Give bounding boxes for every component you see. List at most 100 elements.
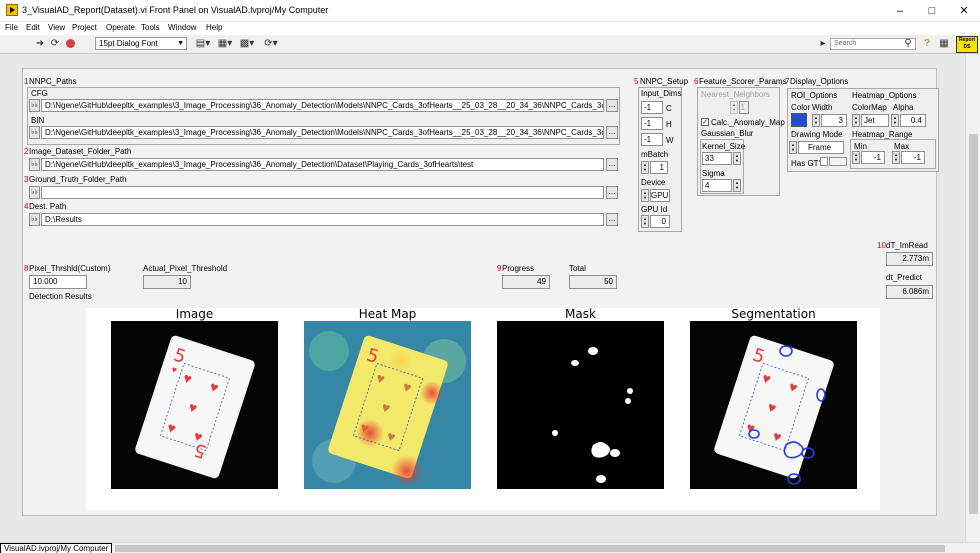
display-options-label: Display_Options xyxy=(790,77,849,86)
horizontal-scroll-thumb[interactable] xyxy=(115,545,945,552)
grid-icon[interactable]: ▦ xyxy=(938,38,950,50)
cfg-browse-button[interactable]: ... xyxy=(606,99,618,112)
project-context-tab[interactable]: VisualAD.lvproj/My Computer xyxy=(0,543,113,553)
help-icon[interactable]: ? xyxy=(921,38,933,50)
total-value: 50 xyxy=(569,275,617,289)
bin-path-field[interactable]: D:\Ngene\GitHub\deepltk_examples\3_Image… xyxy=(41,126,604,139)
pixel-threshold-field[interactable]: 10.000 xyxy=(29,275,87,289)
dest-path-field[interactable]: D:\Results xyxy=(41,213,604,226)
kernel-size-spinner[interactable]: ▲ ▼ xyxy=(733,152,741,165)
search-scroll-icon[interactable]: ▸ xyxy=(817,38,829,50)
range-max-spinner[interactable]: ▲ ▼ xyxy=(892,151,900,164)
toolbar: ➜ ⟳ 15pt Dialog Font ▼ ▤▾ ▦▾ ▩▾ ⟳▾ ▸ Sea… xyxy=(0,35,980,54)
range-min-field[interactable]: -1 xyxy=(861,151,885,164)
ground-truth-path-type-icon[interactable]: ♭♭ xyxy=(29,186,40,199)
vertical-scrollbar[interactable] xyxy=(965,54,980,542)
range-min-spinner[interactable]: ▲ ▼ xyxy=(852,151,860,164)
dest-browse-button[interactable]: ... xyxy=(606,213,618,226)
alpha-field[interactable]: 0.4 xyxy=(900,114,926,127)
run-continuously-icon[interactable]: ⟳ xyxy=(49,38,61,50)
menu-window[interactable]: Window xyxy=(168,23,196,32)
dataset-path-type-icon[interactable]: ♭♭ xyxy=(29,158,40,171)
colormap-spinner[interactable]: ▲ ▼ xyxy=(852,114,860,127)
width-spinner[interactable]: ▲ ▼ xyxy=(812,114,820,127)
vertical-scroll-thumb[interactable] xyxy=(969,134,978,514)
gpu-id-field[interactable]: 0 xyxy=(650,215,670,228)
horizontal-scrollbar[interactable]: VisualAD.lvproj/My Computer xyxy=(0,542,980,553)
search-icon[interactable]: ⚲ xyxy=(902,38,914,50)
bin-browse-button[interactable]: ... xyxy=(606,126,618,139)
font-selector[interactable]: 15pt Dialog Font ▼ xyxy=(95,37,187,50)
maximize-button[interactable]: □ xyxy=(916,0,948,22)
width-field[interactable]: 3 xyxy=(821,114,847,127)
dest-path-type-icon[interactable]: ♭♭ xyxy=(29,213,40,226)
reorder-icon[interactable]: ⟳▾ xyxy=(262,38,280,50)
has-gt-toggle[interactable] xyxy=(820,157,828,166)
run-arrow-icon[interactable]: ➜ xyxy=(34,38,46,50)
dt-imread-label: dT_ImRead xyxy=(886,241,928,250)
nearest-neighbors-spinner[interactable]: ▲ ▼ xyxy=(730,101,738,114)
drawing-mode-spinner[interactable]: ▲ ▼ xyxy=(789,141,797,154)
device-spinner[interactable]: ▲ ▼ xyxy=(641,189,649,202)
kernel-size-field[interactable]: 33 xyxy=(702,152,732,165)
step-number-8: 8 xyxy=(24,264,29,273)
menu-help[interactable]: Help xyxy=(206,23,222,32)
image-dataset-path-field[interactable]: D:\Ngene\GitHub\deepltk_examples\3_Image… xyxy=(41,158,604,171)
progress-value: 49 xyxy=(502,275,550,289)
detection-results-label: Detection Results xyxy=(29,292,92,301)
mbatch-field[interactable]: 1 xyxy=(650,161,668,174)
heatmap-panel-title: Heat Map xyxy=(358,307,417,321)
resize-objects-icon[interactable]: ▩▾ xyxy=(238,38,256,50)
dest-path-label: Dest. Path xyxy=(29,202,67,211)
input-dims-label: Input_Dims xyxy=(641,89,682,98)
gpu-id-spinner[interactable]: ▲ ▼ xyxy=(641,215,649,228)
font-selector-value: 15pt Dialog Font xyxy=(99,39,158,48)
menu-file[interactable]: File xyxy=(5,23,18,32)
heatmap-range-label: Heatmap_Range xyxy=(852,130,913,139)
close-button[interactable]: ✕ xyxy=(948,0,980,22)
drawing-mode-field[interactable]: Frame xyxy=(798,141,844,154)
align-objects-icon[interactable]: ▤▾ xyxy=(194,38,212,50)
cfg-path-type-icon[interactable]: ♭♭ xyxy=(29,99,40,112)
calc-anomaly-checkbox[interactable]: ✓ xyxy=(701,118,709,126)
mbatch-spinner[interactable]: ▲ ▼ xyxy=(641,161,649,174)
sigma-spinner[interactable]: ▲ ▼ xyxy=(733,179,741,192)
labview-vi-icon xyxy=(6,4,18,16)
minimize-button[interactable]: – xyxy=(884,0,916,22)
menu-edit[interactable]: Edit xyxy=(26,23,40,32)
dt-predict-label: dt_Predict xyxy=(886,273,923,282)
dim-c-field[interactable]: -1 xyxy=(641,101,663,114)
width-label: Width xyxy=(812,103,833,112)
roi-color-swatch[interactable] xyxy=(791,113,807,127)
dim-h-field[interactable]: -1 xyxy=(641,117,663,130)
colormap-label: ColorMap xyxy=(852,103,887,112)
vi-icon-report: Report DS xyxy=(956,36,978,53)
abort-icon[interactable] xyxy=(64,38,76,50)
sigma-field[interactable]: 4 xyxy=(702,179,732,192)
mbatch-label: mBatch xyxy=(641,150,669,159)
device-field[interactable]: GPU xyxy=(650,189,670,202)
colormap-field[interactable]: Jet xyxy=(861,114,889,127)
mask-panel-title: Mask xyxy=(565,307,596,321)
range-max-field[interactable]: -1 xyxy=(901,151,925,164)
ground-truth-path-field[interactable] xyxy=(41,186,604,199)
dt-predict-value: 6.086m xyxy=(886,285,933,299)
dim-w-field[interactable]: -1 xyxy=(641,133,663,146)
heatmap-options-label: Heatmap_Options xyxy=(852,91,917,100)
nearest-neighbors-field[interactable]: 1 xyxy=(739,101,749,114)
dim-h-label: H xyxy=(666,120,672,129)
menu-tools[interactable]: Tools xyxy=(141,23,160,32)
bin-path-type-icon[interactable]: ♭♭ xyxy=(29,126,40,139)
menu-operate[interactable]: Operate xyxy=(106,23,135,32)
dataset-browse-button[interactable]: ... xyxy=(606,158,618,171)
menu-project[interactable]: Project xyxy=(72,23,97,32)
cfg-label: CFG xyxy=(31,89,48,98)
ground-truth-browse-button[interactable]: ... xyxy=(606,186,618,199)
cfg-path-field[interactable]: D:\Ngene\GitHub\deepltk_examples\3_Image… xyxy=(41,99,604,112)
has-gt-indicator xyxy=(829,157,847,166)
alpha-spinner[interactable]: ▲ ▼ xyxy=(891,114,899,127)
menu-view[interactable]: View xyxy=(48,23,65,32)
dim-w-label: W xyxy=(666,136,674,145)
distribute-objects-icon[interactable]: ▦▾ xyxy=(216,38,234,50)
chevron-down-icon: ▼ xyxy=(177,40,184,47)
